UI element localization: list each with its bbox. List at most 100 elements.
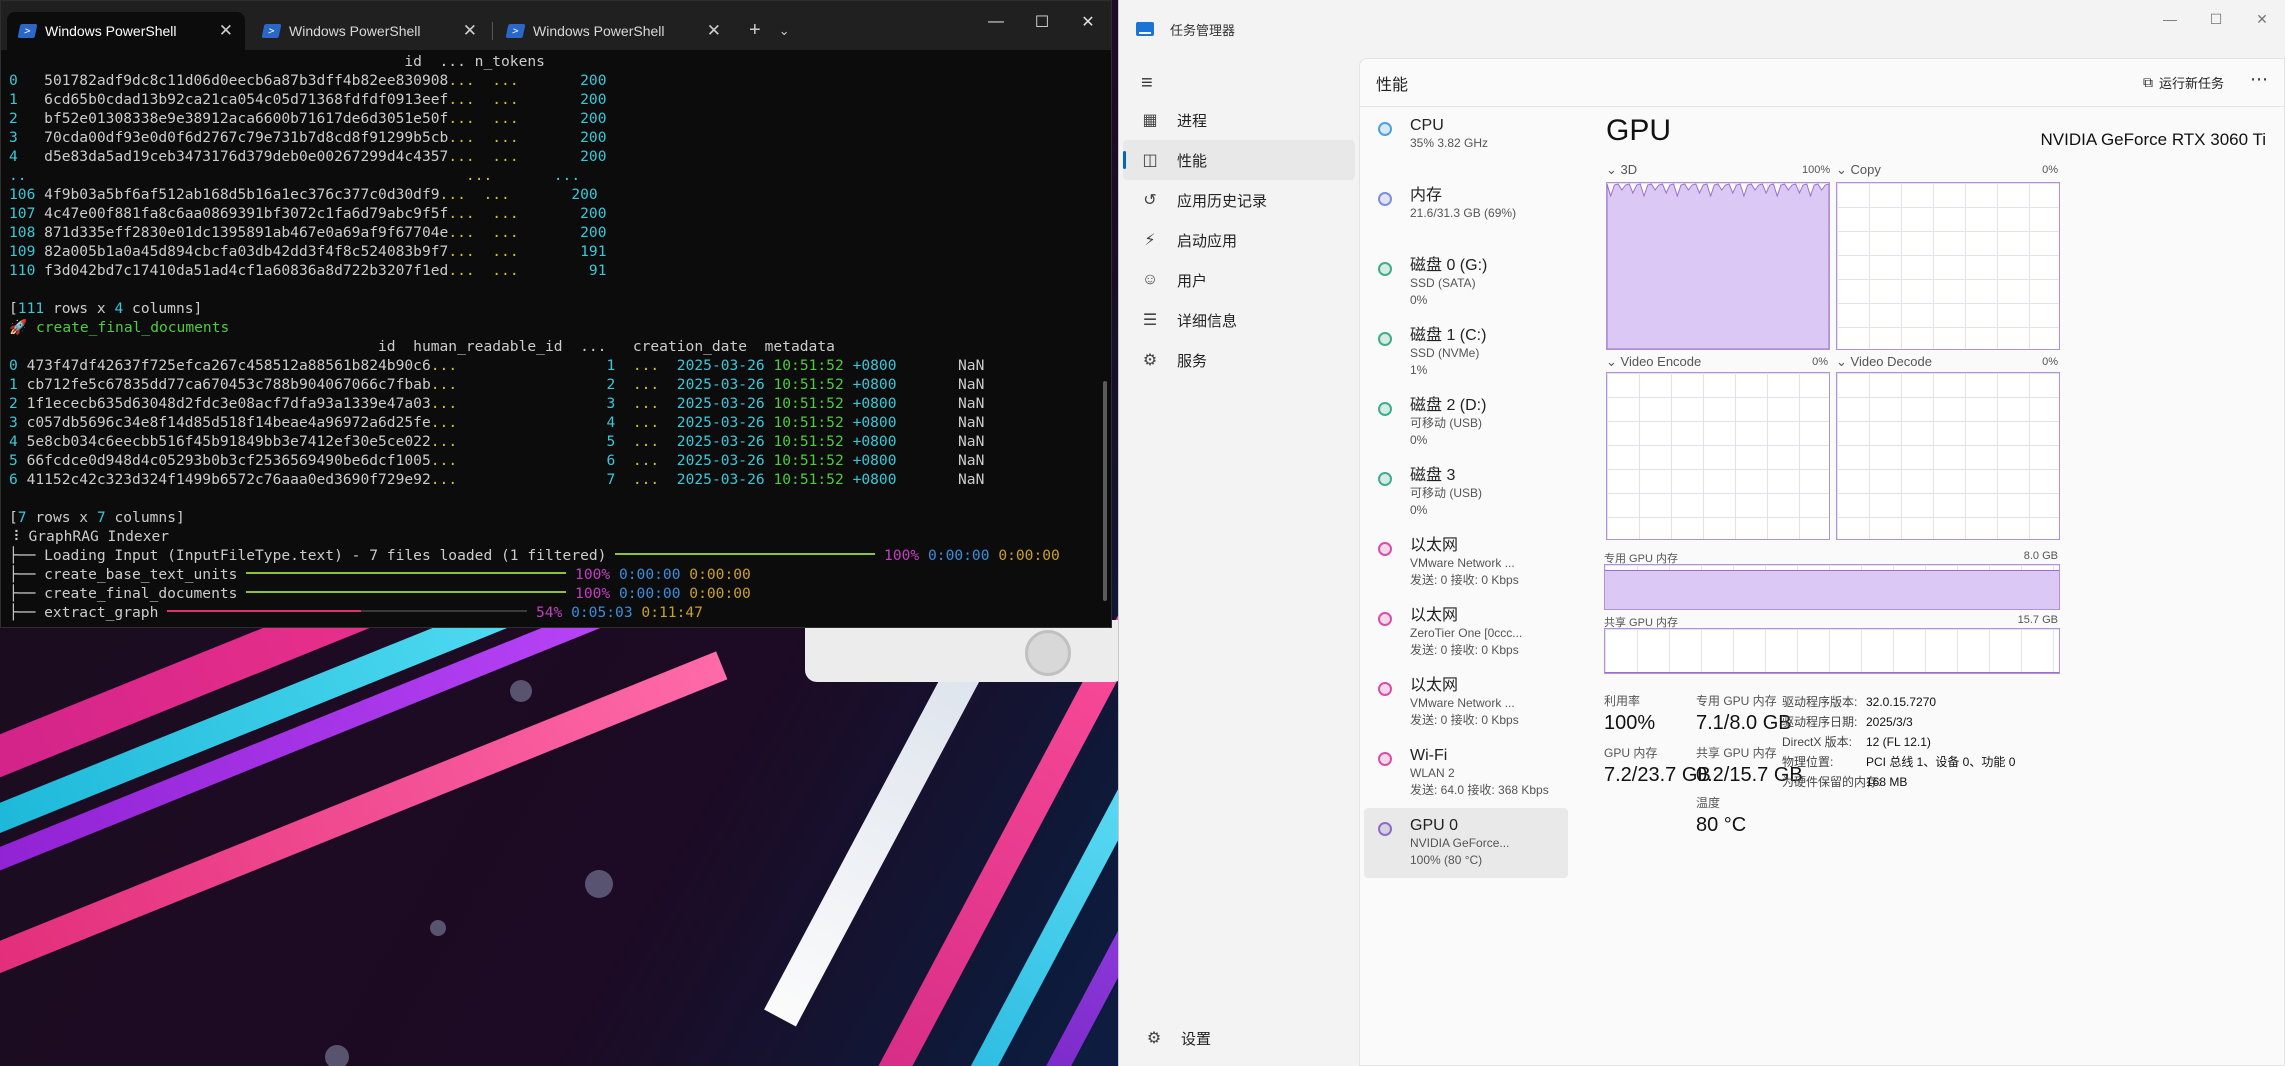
hamburger-menu-icon[interactable]: ≡ <box>1141 72 1153 95</box>
device-subtitle: 21.6/31.3 GB (69%) <box>1410 206 1517 220</box>
device-subtitle: SSD (SATA) <box>1410 276 1476 290</box>
device-item[interactable]: 磁盘 0 (G:) SSD (SATA) 0% <box>1364 248 1568 318</box>
device-status-icon <box>1378 542 1392 556</box>
device-list: CPU 35% 3.82 GHz 内存 21.6/31.3 GB (69%) 磁盘 0 … <box>1360 108 1572 1065</box>
device-status-icon <box>1378 402 1392 416</box>
device-item[interactable]: 磁盘 3 可移动 (USB) 0% <box>1364 458 1568 528</box>
close-tab-icon[interactable]: ✕ <box>707 21 721 41</box>
device-name: 以太网 <box>1410 607 1459 624</box>
device-name: GPU 0 <box>1410 817 1459 834</box>
run-new-task-button[interactable]: ⧉ 运行新任务 <box>2143 73 2224 92</box>
device-detail: 0% <box>1410 433 1428 447</box>
device-detail: 发送: 64.0 接收: 368 Kbps <box>1410 783 1549 797</box>
sidebar-item-label: 设置 <box>1181 1030 1212 1048</box>
sidebar-item-label: 应用历史记录 <box>1177 192 1268 210</box>
sidebar-item-performance[interactable]: ◫ 性能 <box>1123 140 1355 180</box>
engine-decode-graph <box>1836 372 2060 540</box>
scrollbar[interactable] <box>1103 381 1107 601</box>
table-row: 106 4f9b03a5bf6af512ab168d5b16a1ec376c37… <box>9 186 598 203</box>
device-item[interactable]: CPU 35% 3.82 GHz <box>1364 108 1568 178</box>
close-tab-icon[interactable]: ✕ <box>219 21 233 41</box>
table-summary: [111 rows x 4 columns] <box>9 300 203 317</box>
new-tab-icon[interactable]: + <box>749 19 761 42</box>
terminal-tab-2[interactable]: > Windows PowerShell ✕ <box>251 12 493 50</box>
progress-row: ├── extract_graph 54% 0:05:03 0:11:47 <box>9 604 703 621</box>
device-subtitle: 可移动 (USB) <box>1410 416 1483 430</box>
powershell-window[interactable]: > Windows PowerShell ✕ > Windows PowerSh… <box>0 0 1112 628</box>
table-row: 5 66fcdce0d948d4c05293b0b3cf2536569490be… <box>9 452 985 469</box>
property-value: 2025/3/3 <box>1866 715 1913 729</box>
property-value: 12 (FL 12.1) <box>1866 735 1931 749</box>
engine-3d-label[interactable]: ⌄ 3D <box>1606 162 1637 178</box>
engine-3d-usage-line <box>1607 183 1829 349</box>
task-manager-window[interactable]: 任务管理器 — ☐ ✕ ≡ ▦ 进程 ◫ 性能 ↺ 应用历史记录 ⚡ 启动应用 ☺ 用户 ☰ 详细信息… <box>1118 0 2285 1066</box>
device-name: 磁盘 0 (G:) <box>1410 257 1488 274</box>
table-row: 2 1f1ececb635d63048d2fdc3e08acf7dfa93a13… <box>9 395 985 412</box>
powershell-icon: > <box>17 24 38 38</box>
table-row: 3 c057db5696c34e8f14d85d518f14beae4a9697… <box>9 414 985 431</box>
tab-label: Windows PowerShell <box>45 23 177 39</box>
sidebar-item-label: 详细信息 <box>1177 312 1238 330</box>
shared-memory-graph <box>1604 628 2060 674</box>
sidebar-item-label: 服务 <box>1177 352 1208 370</box>
device-item[interactable]: 磁盘 2 (D:) 可移动 (USB) 0% <box>1364 388 1568 458</box>
device-item[interactable]: 以太网 VMware Network ... 发送: 0 接收: 0 Kbps <box>1364 668 1568 738</box>
sidebar-item-services[interactable]: ⚙ 服务 <box>1123 340 1355 380</box>
users-icon: ☺ <box>1141 271 1159 288</box>
startup-icon: ⚡ <box>1144 232 1156 249</box>
device-detail: 0% <box>1410 503 1428 517</box>
property-value: PCI 总线 1、设备 0、功能 0 <box>1866 755 2016 769</box>
minimize-icon[interactable]: — <box>973 1 1019 43</box>
step-name: 🚀 create_final_documents <box>9 319 230 336</box>
terminal-tab-1[interactable]: > Windows PowerShell ✕ <box>7 12 245 50</box>
sidebar-item-history[interactable]: ↺ 应用历史记录 <box>1123 180 1355 220</box>
gpu-properties-values: 32.0.15.7270 2025/3/3 12 (FL 12.1) PCI 总线 1… <box>1866 692 2015 792</box>
device-item[interactable]: Wi-Fi WLAN 2 发送: 64.0 接收: 368 Kbps <box>1364 738 1568 808</box>
sidebar-item-processes[interactable]: ▦ 进程 <box>1123 100 1355 140</box>
services-icon: ⚙ <box>1142 352 1158 369</box>
dedicated-memory-graph <box>1604 564 2060 610</box>
device-detail: 发送: 0 接收: 0 Kbps <box>1410 643 1519 657</box>
gpu-detail: GPU NVIDIA GeForce RTX 3060 Ti ⌄ 3D 100%… <box>1602 108 2284 1065</box>
sidebar-item-startup[interactable]: ⚡ 启动应用 <box>1123 220 1355 260</box>
device-item[interactable]: 内存 21.6/31.3 GB (69%) <box>1364 178 1568 248</box>
sidebar-item-label: 启动应用 <box>1177 232 1238 250</box>
table-summary: [7 rows x 7 columns] <box>9 509 185 526</box>
device-item[interactable]: 以太网 ZeroTier One [0ccc... 发送: 0 接收: 0 Kbps <box>1364 598 1568 668</box>
more-options-icon[interactable]: ⋯ <box>2250 69 2268 90</box>
maximize-icon[interactable]: ☐ <box>1019 1 1065 43</box>
device-item[interactable]: 磁盘 1 (C:) SSD (NVMe) 1% <box>1364 318 1568 388</box>
title-bar: 任务管理器 <box>1119 0 2285 58</box>
minimize-icon[interactable]: — <box>2147 0 2193 38</box>
device-detail: 发送: 0 接收: 0 Kbps <box>1410 573 1519 587</box>
sidebar-item-details[interactable]: ☰ 详细信息 <box>1123 300 1355 340</box>
engine-decode-label[interactable]: ⌄ Video Decode <box>1836 354 1932 370</box>
terminal-tab-bar: > Windows PowerShell ✕ > Windows PowerSh… <box>1 1 1111 50</box>
stat-gpu-memory: GPU 内存 7.2/23.7 GB <box>1604 746 1711 786</box>
device-name: 以太网 <box>1410 537 1459 554</box>
task-manager-logo-icon <box>1136 22 1154 36</box>
console-output[interactable]: id ... n_tokens 0 501782adf9dc8c11d06d0ee… <box>1 50 1111 624</box>
tab-label: Windows PowerShell <box>289 23 421 39</box>
engine-encode-label[interactable]: ⌄ Video Encode <box>1606 354 1701 370</box>
terminal-tab-3[interactable]: > Windows PowerShell ✕ <box>495 12 733 50</box>
device-item[interactable]: 以太网 VMware Network ... 发送: 0 接收: 0 Kbps <box>1364 528 1568 598</box>
progress-row: ├── create_final_documents 100% 0:00:00 … <box>9 585 751 602</box>
device-name: 以太网 <box>1410 677 1459 694</box>
sidebar-item-users[interactable]: ☺ 用户 <box>1123 260 1355 300</box>
close-tab-icon[interactable]: ✕ <box>463 21 477 41</box>
device-subtitle: VMware Network ... <box>1410 556 1515 570</box>
sidebar-item-label: 性能 <box>1177 152 1208 170</box>
device-item[interactable]: GPU 0 NVIDIA GeForce... 100% (80 °C) <box>1364 808 1568 878</box>
device-status-icon <box>1378 472 1392 486</box>
sidebar-item-settings[interactable]: ⚙ 设置 <box>1127 1018 1351 1058</box>
close-icon[interactable]: ✕ <box>2239 0 2285 38</box>
close-icon[interactable]: ✕ <box>1065 1 1111 43</box>
progress-row: ├── Loading Input (InputFileType.text) -… <box>9 547 1060 564</box>
maximize-icon[interactable]: ☐ <box>2193 0 2239 38</box>
sidebar: ≡ ▦ 进程 ◫ 性能 ↺ 应用历史记录 ⚡ 启动应用 ☺ 用户 ☰ 详细信息 ⚙ 服务 ⚙ 设置 <box>1119 58 1359 1066</box>
progress-row: ├── create_base_text_units 100% 0:00:00 … <box>9 566 751 583</box>
chevron-down-icon[interactable]: ⌄ <box>779 23 790 39</box>
engine-copy-label[interactable]: ⌄ Copy <box>1836 162 1881 178</box>
engine-copy-graph <box>1836 182 2060 350</box>
